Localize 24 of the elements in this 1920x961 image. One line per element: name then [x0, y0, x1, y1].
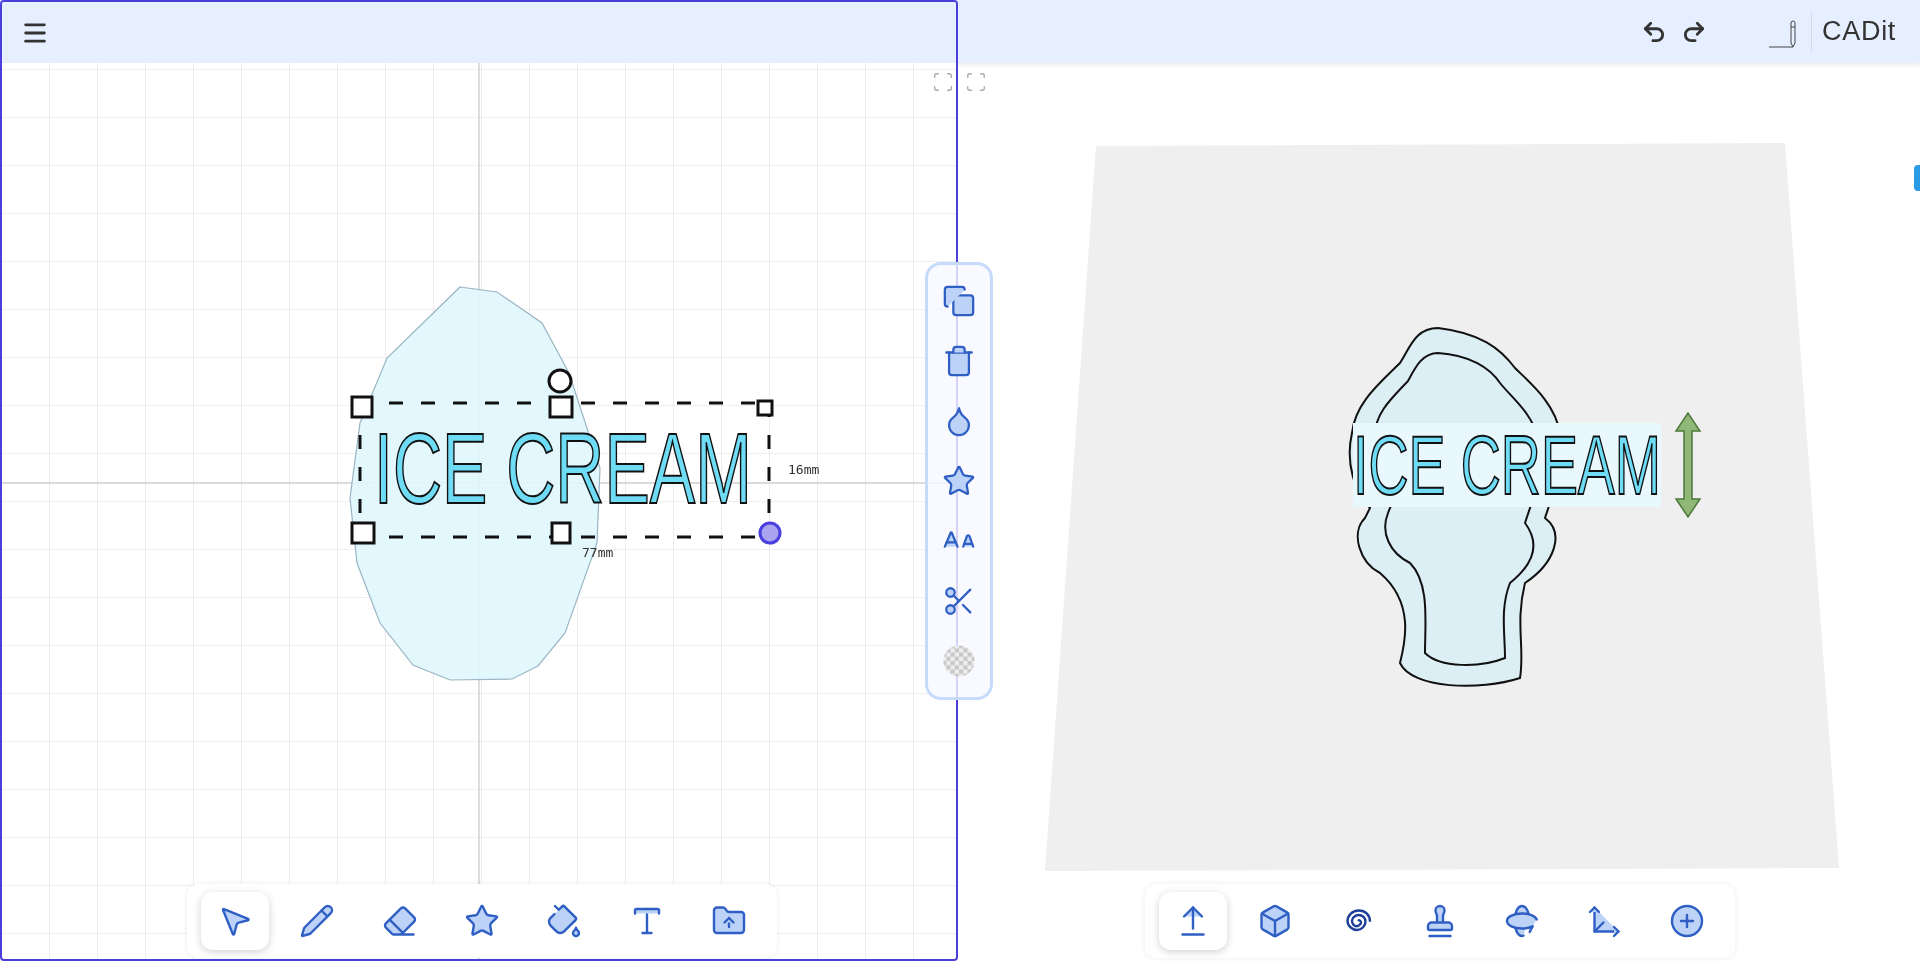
resize-handle[interactable] — [756, 399, 774, 417]
height-label: 16mm — [788, 462, 820, 477]
star-icon — [942, 464, 976, 498]
extruded-text: ICE CREAM — [1353, 423, 1662, 507]
scale-handle[interactable] — [758, 521, 782, 545]
resize-handle[interactable] — [550, 521, 572, 545]
resize-handle[interactable] — [350, 395, 374, 419]
duplicate-icon — [942, 284, 976, 318]
plus-circle-icon — [1668, 903, 1705, 939]
extrude-tool[interactable] — [1159, 892, 1227, 950]
paint-bucket-icon — [546, 903, 583, 939]
select-arrow-tool[interactable] — [201, 892, 269, 950]
resize-handle[interactable] — [350, 521, 376, 545]
trash-icon — [942, 344, 976, 378]
star-icon — [464, 903, 500, 939]
pencil-icon — [299, 903, 336, 939]
rotate-handle[interactable] — [547, 368, 573, 394]
resize-handle[interactable] — [548, 395, 574, 419]
eraser-icon — [381, 903, 418, 939]
move-gizmo-icon[interactable] — [1674, 411, 1702, 519]
selected-text: ICE CREAM — [374, 418, 752, 518]
app-title: CADit — [1822, 15, 1896, 49]
checkerboard-icon — [942, 644, 976, 678]
width-label: 77mm — [582, 545, 614, 560]
